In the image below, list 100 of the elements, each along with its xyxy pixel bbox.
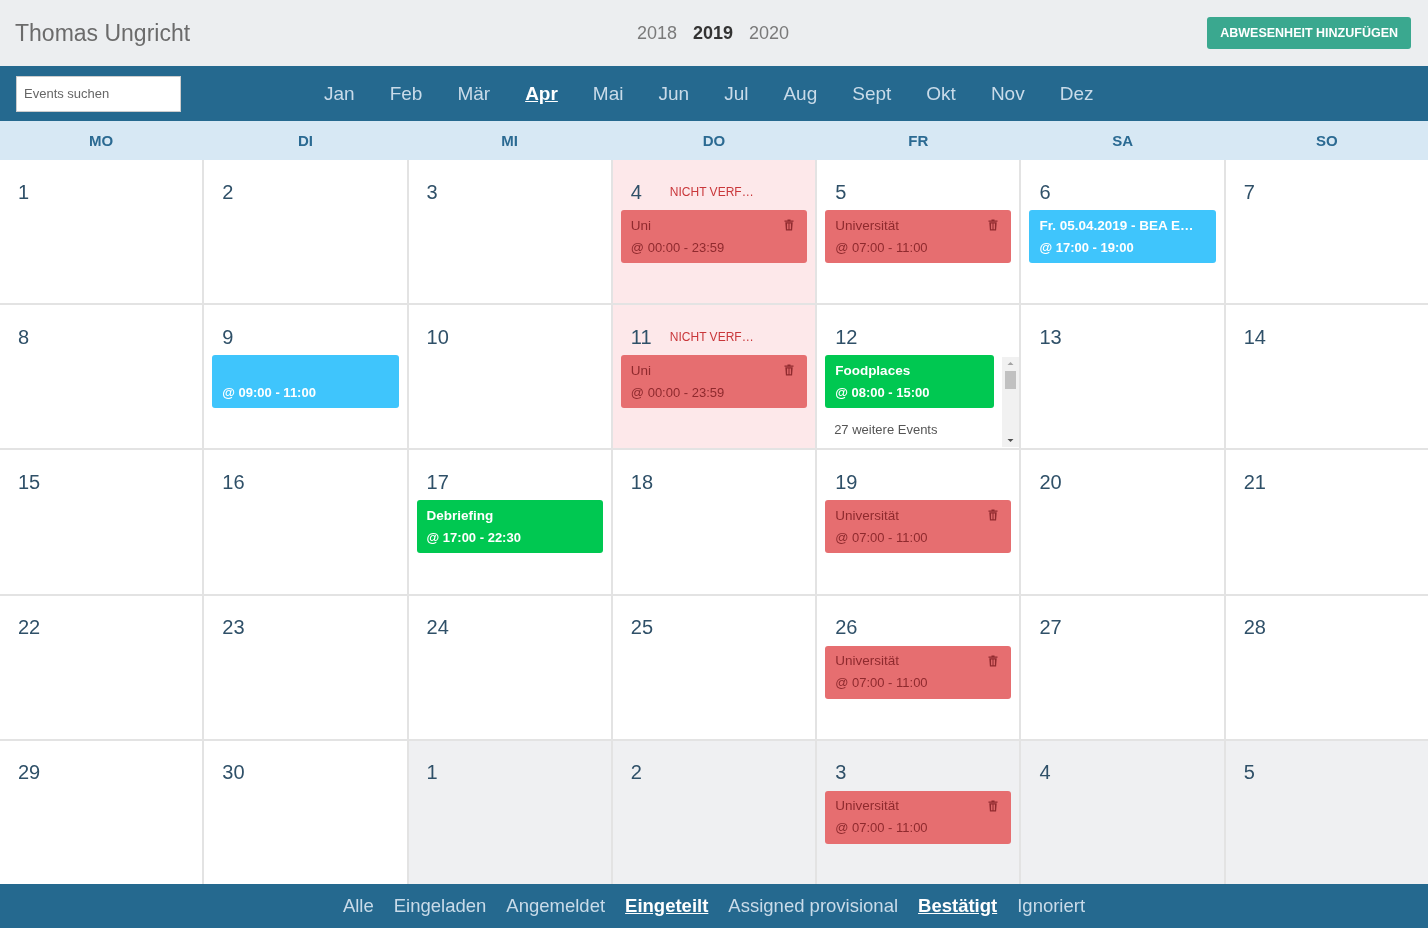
event-time: @ 07:00 - 11:00 [835, 675, 928, 691]
weekday-label: SO [1316, 131, 1338, 149]
event-title: Fr. 05.04.2019 - BEA E… [1039, 217, 1194, 233]
month-link[interactable]: Apr [525, 82, 558, 105]
day-number: 8 [18, 325, 30, 348]
day-number: 5 [835, 180, 847, 203]
month-link[interactable]: Jun [658, 82, 690, 105]
event-card[interactable]: Uni @ 00:00 - 23:59 [620, 210, 808, 263]
day-number: 18 [630, 470, 654, 493]
filter-link[interactable]: Angemeldet [506, 895, 606, 917]
month-link[interactable]: Mai [592, 82, 624, 105]
event-card[interactable]: Universität @ 07:00 - 11:00 [825, 210, 1012, 263]
event-card[interactable]: Universität @ 07:00 - 11:00 [825, 500, 1012, 554]
year-link[interactable]: 2019 [692, 22, 733, 44]
day-number: 28 [1243, 616, 1266, 639]
filter-link[interactable]: Assigned provisional [728, 895, 899, 917]
day-number: 26 [835, 616, 858, 639]
year-link[interactable]: 2018 [636, 22, 677, 44]
year-link[interactable]: 2020 [749, 22, 790, 44]
day-number: 19 [835, 470, 858, 493]
scrollbar[interactable] [1002, 357, 1020, 448]
day-number: 2 [630, 761, 642, 784]
day-number: 4 [630, 180, 642, 203]
day-number: 4 [1039, 761, 1051, 784]
event-time: @ 17:00 - 19:00 [1039, 239, 1134, 255]
event-card[interactable]: Universität @ 07:00 - 11:00 [825, 790, 1012, 844]
trash-icon[interactable] [784, 219, 795, 231]
weekday-label: MI [501, 131, 519, 149]
month-link[interactable]: Mär [457, 82, 491, 105]
day-number: 1 [426, 761, 438, 784]
event-time: @ 07:00 - 11:00 [835, 529, 928, 545]
day-number: 24 [426, 616, 449, 639]
event-time: @ 00:00 - 23:59 [630, 384, 725, 400]
day-number: 5 [1243, 761, 1255, 784]
search-field[interactable]: Events suchen [16, 75, 181, 112]
filter-link[interactable]: Bestätigt [918, 895, 998, 917]
month-link[interactable]: Feb [389, 82, 423, 105]
weekday-label: DO [702, 131, 726, 149]
day-number: 6 [1039, 180, 1051, 203]
day-number: 25 [630, 616, 654, 639]
day-number: 3 [426, 180, 438, 203]
day-number: 14 [1243, 325, 1266, 348]
event-card[interactable]: Universität @ 07:00 - 11:00 [825, 645, 1012, 699]
event-title: Universität [835, 507, 899, 523]
event-time: @ 07:00 - 11:00 [835, 239, 928, 255]
trash-icon[interactable] [988, 219, 999, 231]
month-link[interactable]: Aug [783, 82, 818, 105]
user-name-title: Thomas Ungricht [15, 19, 191, 47]
day-number: 29 [18, 761, 41, 784]
day-number: 16 [222, 470, 245, 493]
more-events-link[interactable]: 27 weitere Events [834, 422, 938, 438]
filter-link[interactable]: Alle [342, 895, 374, 917]
unavailable-label: NICHT VERF… [669, 185, 754, 199]
day-number: 12 [835, 325, 858, 348]
event-title: Uni [630, 217, 652, 233]
event-time: @ 09:00 - 11:00 [222, 384, 316, 400]
event-card[interactable]: Uni @ 00:00 - 23:59 [620, 355, 808, 409]
event-card[interactable]: Foodplaces @ 08:00 - 15:00 [825, 355, 995, 409]
event-title: Debriefing [426, 507, 494, 523]
add-absence-button[interactable]: ABWESENHEIT HINZUFÜGEN [1207, 17, 1411, 49]
day-number: 23 [222, 616, 245, 639]
trash-icon[interactable] [988, 509, 999, 522]
day-number: 30 [222, 761, 245, 784]
day-number: 3 [835, 761, 847, 784]
month-link[interactable]: Sept [852, 82, 892, 105]
event-time: @ 07:00 - 11:00 [835, 820, 928, 836]
month-link[interactable]: Dez [1059, 82, 1094, 105]
trash-icon[interactable] [988, 799, 999, 812]
event-time: @ 08:00 - 15:00 [835, 384, 930, 400]
trash-icon[interactable] [988, 654, 999, 667]
event-time: @ 00:00 - 23:59 [630, 239, 725, 255]
event-time: @ 17:00 - 22:30 [426, 529, 521, 545]
month-link[interactable]: Okt [926, 82, 956, 105]
filter-link[interactable]: Eingeladen [393, 895, 487, 917]
day-number: 10 [426, 325, 449, 348]
day-number: 21 [1243, 470, 1266, 493]
day-number: 11 [630, 325, 652, 348]
event-title: Uni [630, 362, 652, 378]
event-title: Universität [835, 653, 899, 669]
event-title: Foodplaces [835, 362, 911, 378]
weekday-label: DI [297, 131, 313, 149]
day-number: 9 [222, 325, 234, 348]
weekday-label: SA [1112, 131, 1133, 149]
day-number: 22 [18, 616, 41, 639]
trash-icon[interactable] [784, 364, 795, 377]
month-link[interactable]: Jul [724, 82, 749, 105]
filter-link[interactable]: Ignoriert [1017, 895, 1086, 917]
event-card[interactable]: Debriefing @ 17:00 - 22:30 [416, 500, 603, 554]
event-title: Universität [835, 217, 899, 233]
day-number: 1 [18, 180, 30, 203]
weekday-label: MO [89, 131, 114, 149]
month-link[interactable]: Nov [990, 82, 1025, 105]
day-number: 20 [1039, 470, 1062, 493]
filter-link[interactable]: Eingeteilt [625, 895, 709, 917]
day-number: 27 [1039, 616, 1062, 639]
day-number: 13 [1039, 325, 1062, 348]
month-link[interactable]: Jan [324, 82, 355, 105]
unavailable-label: NICHT VERF… [669, 330, 754, 345]
day-number: 17 [426, 470, 449, 493]
event-title: Universität [835, 798, 899, 814]
